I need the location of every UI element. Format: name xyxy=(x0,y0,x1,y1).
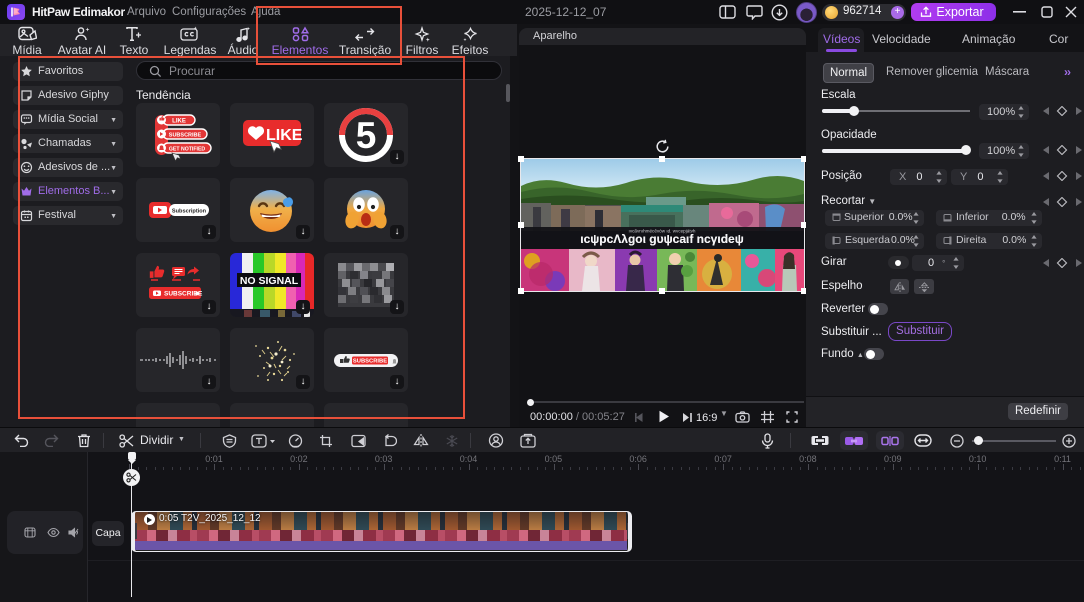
svg-text:ιcψpcΛλgoι gυψcaιf ncγιdeψ: ιcψpcΛλgoι gυψcaιf ncγιdeψ xyxy=(580,232,743,246)
